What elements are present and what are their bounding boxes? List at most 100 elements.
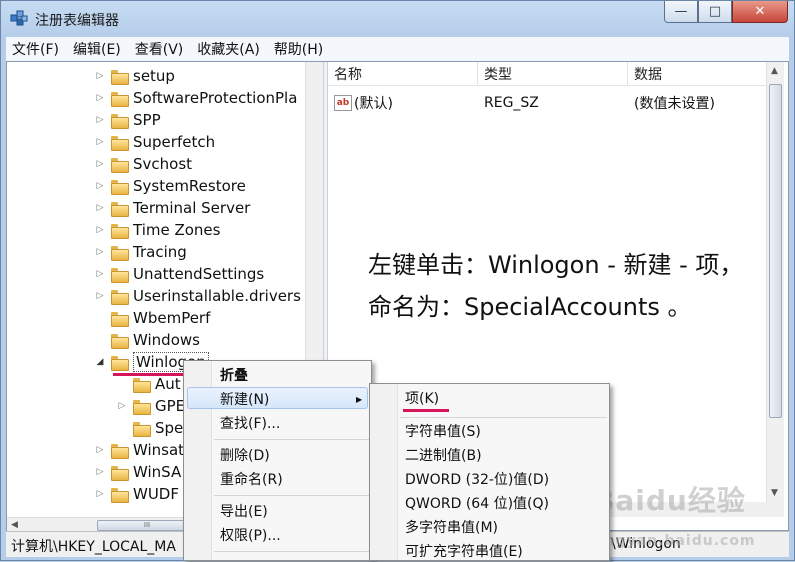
menu-view[interactable]: 查看(V) [135, 39, 184, 59]
list-item[interactable]: ab (默认) REG_SZ (数值未设置) [328, 92, 715, 114]
folder-icon [111, 69, 129, 85]
tree-item[interactable]: ▷ SPP [93, 109, 161, 131]
scroll-left-icon[interactable]: ◀ [11, 520, 18, 530]
tree-item-label: WbemPerf [133, 309, 211, 327]
menu-item-delete[interactable]: 删除(D) [220, 444, 270, 466]
submenu-item-qword[interactable]: QWORD (64 位)值(Q) [405, 492, 549, 514]
expand-arrow-icon[interactable]: ▷ [93, 489, 107, 499]
scroll-down-icon[interactable]: ▼ [771, 488, 778, 498]
maximize-button[interactable]: □ [698, 1, 732, 23]
tree-item[interactable]: ▷ Time Zones [93, 219, 221, 241]
menu-item-collapse[interactable]: 折叠 [220, 364, 248, 386]
scroll-thumb[interactable]: III [97, 520, 197, 531]
menu-separator [214, 495, 369, 496]
column-name[interactable]: 名称 [328, 62, 478, 86]
submenu-item-string[interactable]: 字符串值(S) [405, 420, 481, 442]
menu-item-find[interactable]: 查找(F)... [220, 412, 280, 434]
title-bar[interactable]: 注册表编辑器 — □ ✕ [1, 1, 794, 37]
expand-arrow-icon[interactable]: ▷ [93, 467, 107, 477]
scroll-up-icon[interactable]: ▲ [771, 66, 778, 76]
column-data[interactable]: 数据 [628, 62, 766, 86]
folder-icon [111, 311, 129, 327]
expand-arrow-icon[interactable]: ▷ [93, 115, 107, 125]
tree-item[interactable]: ▷ Terminal Server [93, 197, 251, 219]
tree-item[interactable]: ▷ Winsat [93, 439, 185, 461]
menu-edit[interactable]: 编辑(E) [73, 39, 121, 59]
folder-icon [111, 245, 129, 261]
menu-bar: 文件(F) 编辑(E) 查看(V) 收藏夹(A) 帮助(H) [6, 37, 789, 61]
tree-item-label: WinSA [133, 463, 182, 481]
folder-icon [111, 487, 129, 503]
expand-arrow-icon[interactable]: ▷ [93, 225, 107, 235]
tree-item[interactable]: Windows [93, 329, 200, 351]
watermark-url: jingyan.baidu.com [593, 533, 756, 549]
list-header: 名称 类型 数据 [328, 62, 766, 86]
tree-item[interactable]: ▷ UnattendSettings [93, 263, 265, 285]
expand-arrow-icon[interactable]: ▷ [93, 269, 107, 279]
string-value-icon: ab [334, 95, 352, 111]
tree-item[interactable]: ▷ setup [93, 65, 175, 87]
menu-separator [214, 551, 369, 552]
minimize-button[interactable]: — [664, 1, 698, 23]
menu-file[interactable]: 文件(F) [12, 39, 59, 59]
folder-icon [111, 223, 129, 239]
tree-item-label: WUDF [133, 485, 179, 503]
tree-item[interactable]: ▷ Tracing [93, 241, 187, 263]
menu-item-export[interactable]: 导出(E) [220, 500, 268, 522]
folder-icon [111, 157, 129, 173]
folder-open-icon [111, 355, 129, 371]
menu-help[interactable]: 帮助(H) [274, 39, 323, 59]
folder-icon [111, 113, 129, 129]
expand-arrow-icon[interactable]: ▷ [93, 291, 107, 301]
expand-arrow-icon[interactable]: ▷ [93, 247, 107, 257]
tree-item[interactable]: ▷ GPE [115, 395, 186, 417]
submenu-arrow-icon: ▶ [356, 394, 363, 404]
menu-item-new[interactable]: 新建(N) [220, 388, 269, 410]
menu-item-rename[interactable]: 重命名(R) [220, 468, 283, 490]
submenu-item-dword[interactable]: DWORD (32-位)值(D) [405, 468, 549, 490]
expand-arrow-icon[interactable]: ▷ [93, 181, 107, 191]
menu-separator [400, 417, 607, 418]
folder-icon [111, 201, 129, 217]
expand-arrow-icon[interactable]: ▷ [93, 203, 107, 213]
folder-icon [111, 135, 129, 151]
close-button[interactable]: ✕ [732, 1, 788, 23]
menu-favorites[interactable]: 收藏夹(A) [197, 39, 260, 59]
folder-icon [111, 465, 129, 481]
tree-item[interactable]: ▷ Userinstallable.drivers [93, 285, 301, 307]
tree-item[interactable]: ▷ WUDF [93, 483, 179, 505]
tree-item[interactable]: ▷ SoftwareProtectionPla [93, 87, 298, 109]
value-data: (数值未设置) [634, 96, 715, 112]
folder-icon [133, 377, 151, 393]
expand-arrow-icon[interactable]: ▷ [93, 445, 107, 455]
expand-arrow-icon[interactable]: ▷ [115, 401, 129, 411]
tree-item-label: Windows [133, 331, 200, 349]
collapse-arrow-icon[interactable]: ◢ [93, 357, 107, 367]
list-vertical-scrollbar[interactable]: ▲ ▼ [766, 62, 784, 502]
baidu-watermark: Baidu经验 jingyan.baidu.com [593, 479, 756, 552]
context-menu: 折叠 新建(N) ▶ 查找(F)... 删除(D) 重命名(R) 导出(E) 权… [183, 360, 372, 561]
tree-item[interactable]: ▷ Superfetch [93, 131, 216, 153]
column-type[interactable]: 类型 [478, 62, 628, 86]
status-path-start: 计算机\HKEY_LOCAL_MA [11, 539, 176, 555]
menu-item-permissions[interactable]: 权限(P)... [220, 524, 281, 546]
submenu-item-key[interactable]: 项(K) [405, 387, 439, 409]
tree-item[interactable]: ▷ WinSA [93, 461, 182, 483]
tree-item[interactable]: Aut [115, 373, 181, 395]
scroll-thumb[interactable] [769, 84, 782, 418]
submenu-item-expandable-string[interactable]: 可扩充字符串值(E) [405, 540, 523, 562]
expand-arrow-icon[interactable]: ▷ [93, 93, 107, 103]
folder-icon [111, 179, 129, 195]
submenu-item-multi-string[interactable]: 多字符串值(M) [405, 516, 498, 538]
submenu-item-binary[interactable]: 二进制值(B) [405, 444, 482, 466]
tree-item[interactable]: ▷ Svchost [93, 153, 193, 175]
expand-arrow-icon[interactable]: ▷ [93, 137, 107, 147]
tree-item-label: setup [133, 67, 175, 85]
tree-item[interactable]: Spe [115, 417, 183, 439]
expand-arrow-icon[interactable]: ▷ [93, 159, 107, 169]
tree-item-label: Time Zones [133, 221, 221, 239]
value-name: (默认) [354, 96, 393, 112]
tree-item[interactable]: ▷ SystemRestore [93, 175, 246, 197]
tree-item[interactable]: WbemPerf [93, 307, 210, 329]
expand-arrow-icon[interactable]: ▷ [93, 71, 107, 81]
